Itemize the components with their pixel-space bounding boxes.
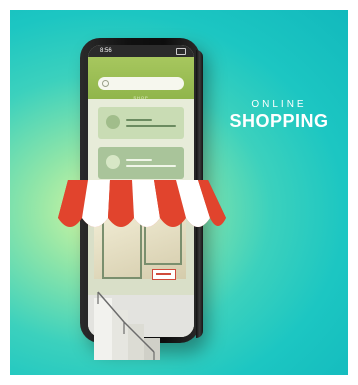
search-bar[interactable] [98,77,184,90]
brand-line1: ONLINE [251,99,307,110]
entrance-stairs [94,291,160,360]
shop-sign [152,269,176,280]
app-header: SHOP [88,57,194,100]
illustration-scene: 8:56 SHOP ONLINE SHOPPING [10,10,348,375]
brand-line2: SHOPPING [229,111,329,131]
avatar-icon [106,115,120,129]
card-text-line [126,165,176,167]
avatar-icon [106,155,120,169]
product-card[interactable] [98,107,184,139]
card-text-line [126,119,152,121]
product-card[interactable] [98,147,184,179]
card-text-line [126,125,176,127]
awning-stripe-red [108,180,134,218]
search-icon [102,80,109,87]
card-text-line [126,159,152,161]
header-tagline: SHOP [133,95,149,100]
battery-icon [176,48,186,55]
awning [58,180,226,227]
status-time: 8:56 [100,48,112,54]
brand-title: ONLINE SHOPPING [224,99,334,132]
status-bar: 8:56 [88,45,194,57]
